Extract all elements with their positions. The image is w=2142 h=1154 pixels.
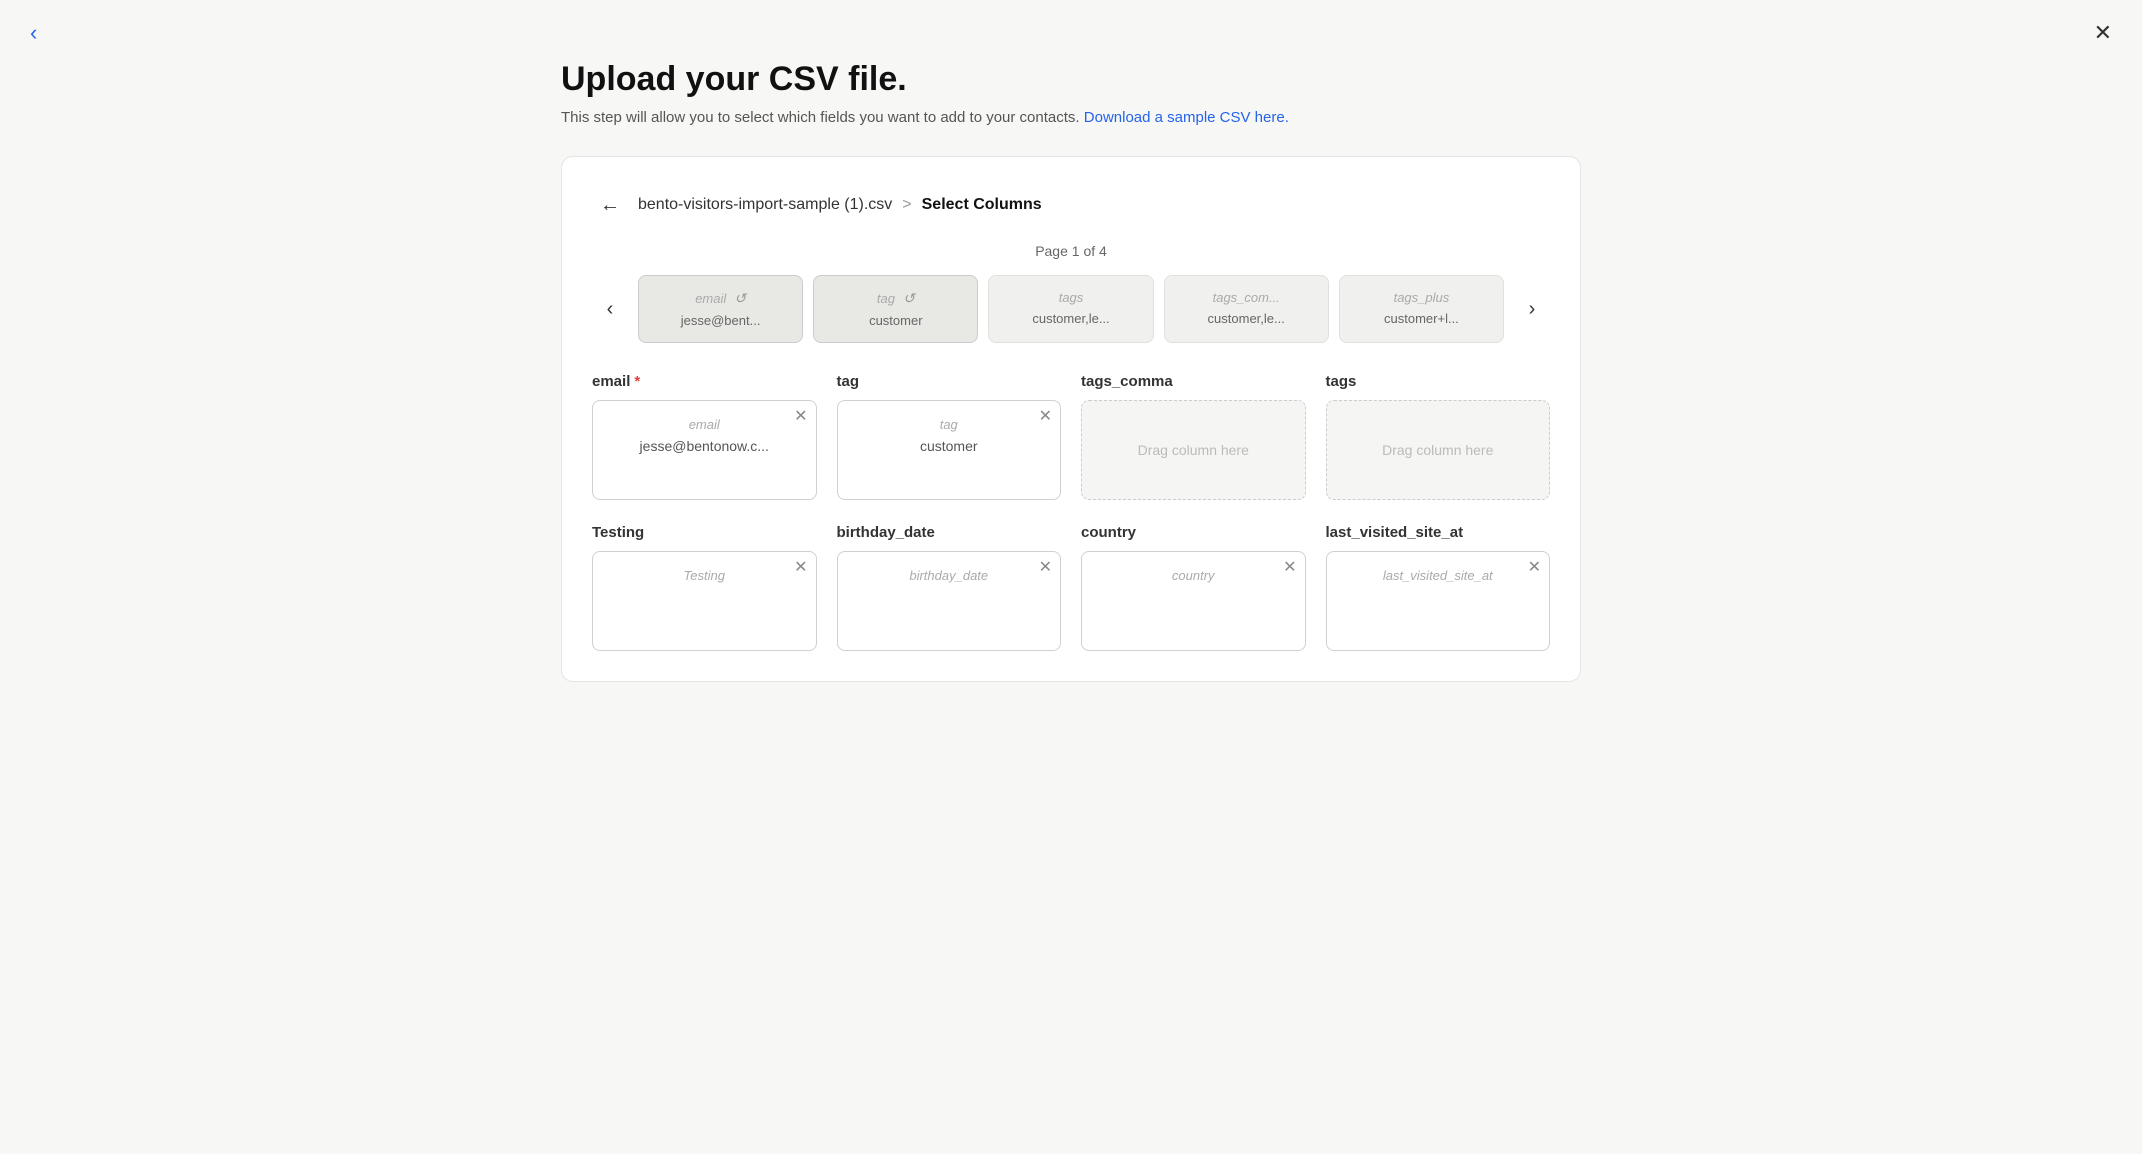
drop-zone-group-last-visited-zone: last_visited_site_atlast_visited_site_at… xyxy=(1326,524,1551,651)
carousel-card-header: tags xyxy=(1003,290,1138,305)
next-icon: › xyxy=(1529,298,1536,321)
drop-zone-box-birthday-zone[interactable]: birthday_date✕ xyxy=(837,551,1062,651)
carousel-card-tags-col[interactable]: tags customer,le... xyxy=(988,275,1153,343)
carousel-card-value: jesse@bent... xyxy=(653,313,788,328)
remove-button-birthday-zone[interactable]: ✕ xyxy=(1039,560,1052,576)
carousel-card-tags-plus-col[interactable]: tags_plus customer+l... xyxy=(1339,275,1504,343)
drop-zone-group-country-zone: countrycountry✕ xyxy=(1081,524,1306,651)
breadcrumb-back-button[interactable]: ← xyxy=(592,187,628,223)
refresh-icon[interactable]: ↺ xyxy=(903,290,915,307)
drop-zone-group-tags-comma-zone: tags_comma Drag column here xyxy=(1081,373,1306,500)
drop-zone-placeholder-tags-comma-zone: Drag column here xyxy=(1138,442,1249,458)
refresh-icon[interactable]: ↺ xyxy=(734,290,746,307)
carousel-card-header: tag ↺ xyxy=(828,290,963,307)
remove-button-country-zone[interactable]: ✕ xyxy=(1283,560,1296,576)
carousel-col-label: tags_com... xyxy=(1213,290,1280,305)
close-icon: ✕ xyxy=(2094,20,2112,45)
remove-button-tag-zone[interactable]: ✕ xyxy=(1039,409,1052,425)
carousel-col-label: tags_plus xyxy=(1394,290,1450,305)
carousel-col-label: tags xyxy=(1059,290,1084,305)
carousel-card-email-col[interactable]: email ↺ jesse@bent... xyxy=(638,275,803,343)
drop-zone-group-birthday-zone: birthday_datebirthday_date✕ xyxy=(837,524,1062,651)
drop-zone-label-tags-zone: tags xyxy=(1326,373,1551,390)
back-button-top[interactable]: ‹ xyxy=(30,20,37,46)
drop-zone-box-tags-zone[interactable]: Drag column here xyxy=(1326,400,1551,500)
drop-zone-group-tags-zone: tags Drag column here xyxy=(1326,373,1551,500)
remove-button-email-zone[interactable]: ✕ xyxy=(794,409,807,425)
carousel-card-value: customer xyxy=(828,313,963,328)
drop-zone-box-email-zone[interactable]: email jesse@bentonow.c... ✕ xyxy=(592,400,817,500)
back-breadcrumb-icon: ← xyxy=(600,194,620,217)
page-subtitle: This step will allow you to select which… xyxy=(561,109,1581,126)
drop-zone-label-tag-zone: tag xyxy=(837,373,1062,390)
drop-zone-label-email-zone: email * xyxy=(592,373,817,390)
carousel-card-value: customer,le... xyxy=(1179,311,1314,326)
carousel-next-button[interactable]: › xyxy=(1514,291,1550,327)
remove-button-testing-zone[interactable]: ✕ xyxy=(794,560,807,576)
carousel-col-label: email xyxy=(695,291,726,306)
prev-icon: ‹ xyxy=(607,298,614,321)
main-card: ← bento-visitors-import-sample (1).csv >… xyxy=(561,156,1581,682)
page-indicator: Page 1 of 4 xyxy=(592,243,1550,259)
filled-tag-value-email-zone: jesse@bentonow.c... xyxy=(609,438,800,454)
remove-button-last-visited-zone[interactable]: ✕ xyxy=(1528,560,1541,576)
carousel-items: email ↺ jesse@bent... tag ↺ customer tag… xyxy=(638,275,1504,343)
carousel: ‹ email ↺ jesse@bent... tag ↺ customer t… xyxy=(592,275,1550,343)
drop-zone-group-testing-zone: TestingTesting✕ xyxy=(592,524,817,651)
filled-tag-label-country-zone: country xyxy=(1098,568,1289,583)
filled-tag-label-email-zone: email xyxy=(609,417,800,432)
carousel-prev-button[interactable]: ‹ xyxy=(592,291,628,327)
carousel-card-tag-col[interactable]: tag ↺ customer xyxy=(813,275,978,343)
carousel-card-header: tags_plus xyxy=(1354,290,1489,305)
required-star-email-zone: * xyxy=(634,373,640,390)
drop-zone-box-testing-zone[interactable]: Testing✕ xyxy=(592,551,817,651)
breadcrumb-separator: > xyxy=(902,196,911,214)
breadcrumb: ← bento-visitors-import-sample (1).csv >… xyxy=(592,187,1550,223)
carousel-card-header: email ↺ xyxy=(653,290,788,307)
drop-zone-label-country-zone: country xyxy=(1081,524,1306,541)
breadcrumb-filename: bento-visitors-import-sample (1).csv xyxy=(638,196,892,214)
drop-zone-group-tag-zone: tag tag customer ✕ xyxy=(837,373,1062,500)
drop-zones-grid: email *emailjesse@bentonow.c...✕tagtagcu… xyxy=(592,373,1550,651)
carousel-card-value: customer,le... xyxy=(1003,311,1138,326)
page-title: Upload your CSV file. xyxy=(561,60,1581,99)
close-button[interactable]: ✕ xyxy=(2094,20,2112,46)
drop-zone-box-country-zone[interactable]: country✕ xyxy=(1081,551,1306,651)
drop-zone-placeholder-tags-zone: Drag column here xyxy=(1382,442,1493,458)
drop-zone-label-birthday-zone: birthday_date xyxy=(837,524,1062,541)
carousel-card-tags-com-col[interactable]: tags_com... customer,le... xyxy=(1164,275,1329,343)
carousel-card-header: tags_com... xyxy=(1179,290,1314,305)
drop-zone-group-email-zone: email * email jesse@bentonow.c... ✕ xyxy=(592,373,817,500)
filled-tag-label-testing-zone: Testing xyxy=(609,568,800,583)
drop-zone-label-testing-zone: Testing xyxy=(592,524,817,541)
drop-zone-box-tag-zone[interactable]: tag customer ✕ xyxy=(837,400,1062,500)
breadcrumb-current: Select Columns xyxy=(922,196,1042,214)
carousel-col-label: tag xyxy=(877,291,895,306)
back-icon-top: ‹ xyxy=(30,20,37,45)
filled-tag-label-tag-zone: tag xyxy=(854,417,1045,432)
drop-zone-box-tags-comma-zone[interactable]: Drag column here xyxy=(1081,400,1306,500)
filled-tag-value-tag-zone: customer xyxy=(854,438,1045,454)
drop-zone-label-last-visited-zone: last_visited_site_at xyxy=(1326,524,1551,541)
carousel-card-value: customer+l... xyxy=(1354,311,1489,326)
subtitle-text: This step will allow you to select which… xyxy=(561,109,1080,126)
drop-zone-label-tags-comma-zone: tags_comma xyxy=(1081,373,1306,390)
download-link[interactable]: Download a sample CSV here. xyxy=(1084,109,1289,126)
filled-tag-label-last-visited-zone: last_visited_site_at xyxy=(1343,568,1534,583)
drop-zone-box-last-visited-zone[interactable]: last_visited_site_at✕ xyxy=(1326,551,1551,651)
filled-tag-label-birthday-zone: birthday_date xyxy=(854,568,1045,583)
